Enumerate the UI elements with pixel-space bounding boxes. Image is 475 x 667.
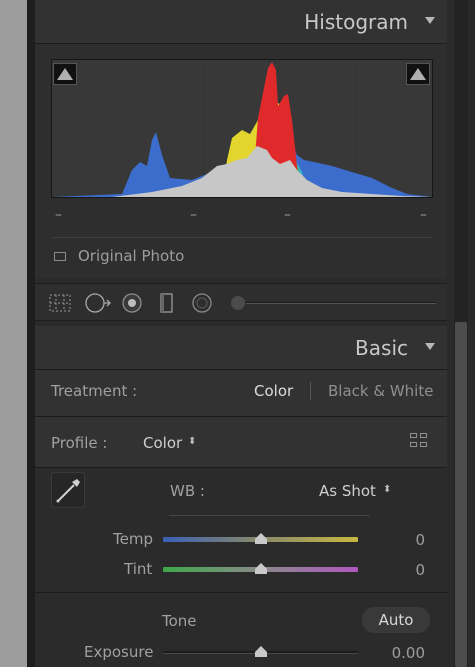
crop-overlay-icon[interactable] [48,292,72,314]
wb-selector-button[interactable] [51,472,85,508]
histogram-divider [51,237,432,238]
brush-size-slider[interactable] [236,302,436,304]
shadow-clipping-indicator[interactable] [53,63,77,85]
original-photo-label: Original Photo [78,247,185,265]
panel-edge [27,0,35,667]
temp-label: Temp [113,530,153,548]
basic-header[interactable]: Basic [35,326,447,370]
wb-dropdown[interactable]: As Shot [319,482,376,500]
histogram-dash: – [420,207,427,223]
divider [35,467,447,468]
adjustment-brush-icon[interactable] [230,295,246,311]
histogram-dash: – [284,207,291,223]
collapse-triangle-icon[interactable] [425,17,435,24]
treatment-color-button[interactable]: Color [254,382,293,400]
histogram-dash: – [190,207,197,223]
collapse-triangle-icon[interactable] [425,343,435,350]
scrollbar-thumb[interactable] [455,322,467,667]
spot-removal-icon[interactable] [84,292,112,314]
filmstrip-gutter [0,0,27,667]
treatment-bw-button[interactable]: Black & White [328,382,433,400]
auto-tone-label[interactable]: Auto [362,611,430,629]
profile-browser-icon[interactable] [410,433,428,449]
exposure-label: Exposure [84,643,154,661]
tint-value[interactable]: 0 [380,561,425,579]
profile-dropdown[interactable]: Color [143,434,182,452]
histogram-plot [52,60,432,197]
divider [35,592,447,593]
exposure-slider-knob[interactable] [254,645,268,657]
temp-value[interactable]: 0 [380,531,425,549]
graduated-filter-icon[interactable] [158,292,176,314]
tint-slider-knob[interactable] [254,562,268,574]
tone-label: Tone [162,612,197,630]
profile-dropdown-arrows-icon[interactable]: ⬍ [188,436,196,447]
highlight-clipping-indicator[interactable] [406,63,430,85]
red-eye-icon[interactable] [120,292,144,314]
wb-label: WB : [170,482,205,500]
temp-slider-knob[interactable] [254,532,268,544]
radial-filter-icon[interactable] [190,292,214,314]
histogram-header[interactable]: Histogram [35,0,447,44]
eyedropper-icon [56,479,80,503]
exposure-value[interactable]: 0.00 [380,644,425,662]
histogram-title: Histogram [304,10,408,34]
histogram-graph[interactable] [51,59,433,198]
wb-dropdown-arrows-icon[interactable]: ⬍ [383,484,391,495]
basic-title: Basic [355,336,408,360]
treatment-separator [310,382,311,400]
histogram-dash: – [55,207,62,223]
original-photo-checkbox[interactable] [54,252,66,261]
wb-divider [169,515,370,516]
tint-label: Tint [124,560,153,578]
profile-label: Profile : [51,434,108,452]
treatment-label: Treatment : [51,382,138,400]
